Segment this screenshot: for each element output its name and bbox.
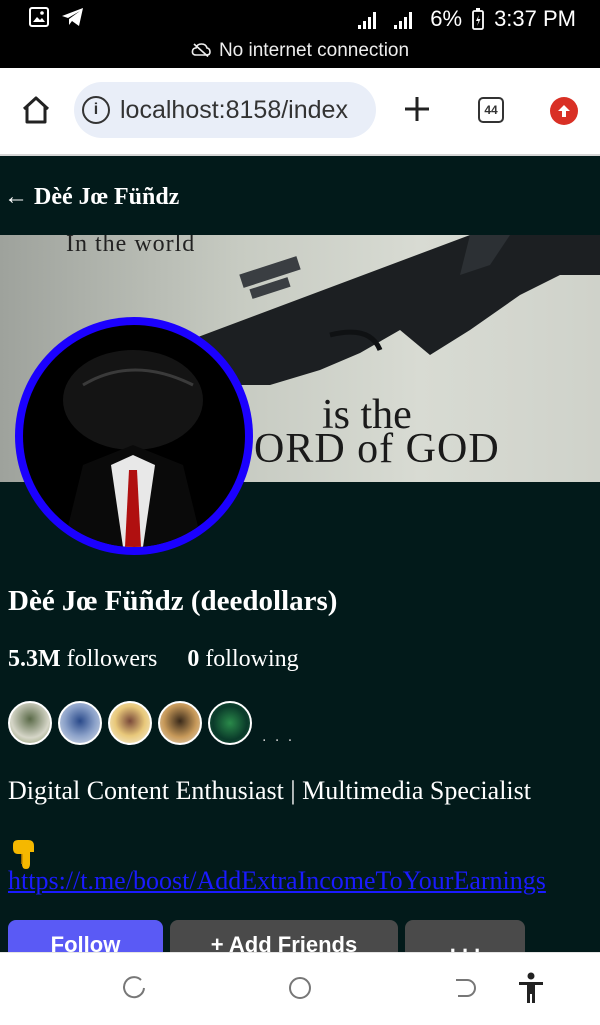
friend-avatar[interactable]	[8, 701, 52, 745]
browser-toolbar: i localhost:8158/index 44	[0, 68, 600, 156]
telegram-icon	[62, 8, 83, 26]
cloud-off-icon	[191, 43, 211, 58]
signal-icon	[358, 12, 377, 29]
plus-icon[interactable]	[400, 92, 434, 126]
tab-count: 44	[484, 103, 498, 117]
followers-count[interactable]: 5.3M	[8, 646, 61, 672]
network-message: No internet connection	[218, 40, 410, 61]
avatar[interactable]	[15, 317, 253, 555]
profile-link[interactable]: https://t.me/boost/AddExtraIncomeToYourE…	[8, 866, 600, 896]
battery-icon	[472, 8, 484, 30]
home-circle-icon[interactable]	[287, 975, 313, 1001]
following-label[interactable]: following	[205, 646, 298, 672]
followers-label[interactable]: followers	[67, 646, 158, 672]
url-text[interactable]: localhost:8158/index	[120, 96, 348, 125]
status-bar: 6% 3:37 PM No internet connection	[0, 0, 600, 68]
recent-apps-icon[interactable]	[121, 975, 147, 1001]
back-icon[interactable]	[452, 975, 478, 1001]
avatar-illustration	[63, 350, 203, 547]
update-icon[interactable]	[550, 97, 578, 125]
cover-line-2: ORD of GOD	[254, 426, 500, 472]
back-link[interactable]: ← Dèé Jœ Füñdz	[4, 184, 179, 211]
gallery-icon	[29, 7, 49, 27]
clock: 3:37 PM	[494, 6, 576, 31]
signal-icon	[394, 12, 413, 29]
profile-bio: Digital Content Enthusiast | Multimedia …	[8, 776, 531, 805]
network-notice: No internet connection	[0, 40, 600, 62]
profile-name: Dèé Jœ Füñdz (deedollars)	[8, 585, 338, 617]
address-bar[interactable]: i localhost:8158/index	[74, 82, 376, 138]
home-icon[interactable]	[18, 92, 54, 128]
friends-list: . . .	[8, 700, 294, 746]
info-icon[interactable]: i	[82, 96, 110, 124]
more-friends[interactable]: . . .	[262, 728, 294, 746]
friend-avatar[interactable]	[108, 701, 152, 745]
battery-percentage: 6%	[430, 6, 463, 31]
follow-stats: 5.3M followers 0 following	[8, 646, 299, 673]
system-nav-bar	[0, 952, 600, 1025]
tabs-icon[interactable]: 44	[478, 97, 504, 123]
following-count[interactable]: 0	[187, 646, 199, 672]
accessibility-icon[interactable]	[516, 971, 546, 1005]
friend-avatar[interactable]	[208, 701, 252, 745]
friend-avatar[interactable]	[158, 701, 202, 745]
friend-avatar[interactable]	[58, 701, 102, 745]
profile-header: ← Dèé Jœ Füñdz	[0, 156, 600, 236]
